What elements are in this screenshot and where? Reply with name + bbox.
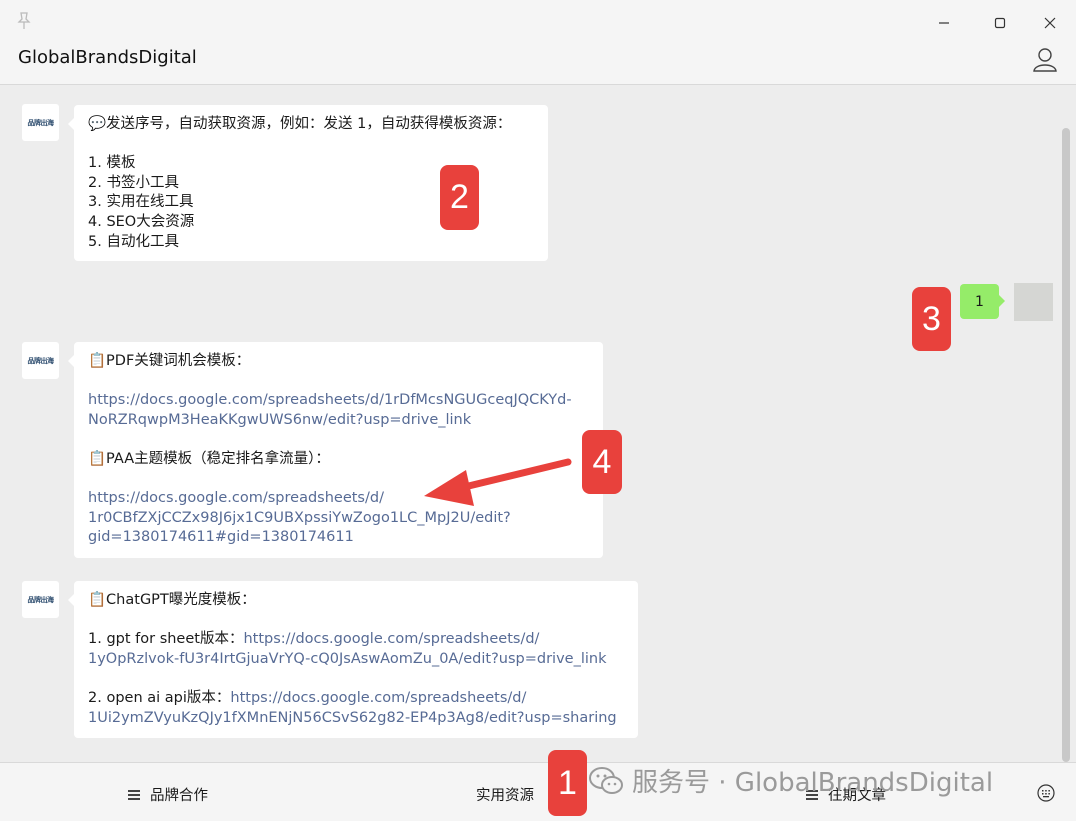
annotation-badge-2: 2 xyxy=(440,165,479,230)
keyboard-icon[interactable] xyxy=(1037,784,1055,802)
annotation-badge-1: 1 xyxy=(548,750,587,816)
watermark: 服务号 · GlobalBrandsDigital xyxy=(588,762,993,799)
pin-icon[interactable] xyxy=(14,11,34,31)
message-line xyxy=(88,135,534,155)
message-text: 2. 书签小工具 xyxy=(88,174,179,191)
message-line: 2. open ai api版本：https://docs.google.com… xyxy=(88,689,624,709)
message-line: gid=1380174611#gid=1380174611 xyxy=(88,528,589,548)
minimize-button[interactable] xyxy=(931,10,957,36)
message-link[interactable]: https://docs.google.com/spreadsheets/d/ xyxy=(88,490,384,506)
message-line: 1. gpt for sheet版本：https://docs.google.c… xyxy=(88,630,624,650)
my-avatar[interactable] xyxy=(1014,283,1053,321)
maximize-button[interactable] xyxy=(987,10,1013,36)
my-message-text: 1 xyxy=(975,293,984,310)
message-text: 5. 自动化工具 xyxy=(88,233,179,250)
message-line: NoRZRqwpM3HeaKKgwUWS6nw/edit?usp=drive_l… xyxy=(88,411,589,431)
message-link[interactable]: https://docs.google.com/spreadsheets/d/1… xyxy=(88,392,572,408)
message-link[interactable]: https://docs.google.com/spreadsheets/d/ xyxy=(243,631,539,647)
message-line: 1yOpRzlvok-fU3r4IrtGjuaVrYQ-cQ0JsAswAomZ… xyxy=(88,650,624,670)
annotation-badge-3: 3 xyxy=(912,287,951,351)
message-line: 5. 自动化工具 xyxy=(88,233,534,253)
message-text: 3. 实用在线工具 xyxy=(88,194,194,211)
wechat-logo-icon xyxy=(589,766,623,794)
chat-title: GlobalBrandsDigital xyxy=(18,47,197,68)
message-text: 1. gpt for sheet版本： xyxy=(88,631,244,648)
arrow-annotation-icon xyxy=(424,458,572,506)
bot-avatar[interactable]: 品牌出海 xyxy=(22,581,59,618)
message-line: 📋ChatGPT曝光度模板： xyxy=(88,591,624,611)
message-line xyxy=(88,372,589,392)
message-text: 📋PDF关键词机会模板： xyxy=(88,353,251,369)
message-text: 📋PAA主题模板（稳定排名拿流量）： xyxy=(88,450,330,467)
close-icon xyxy=(1044,17,1056,29)
message-line: 📋PDF关键词机会模板： xyxy=(88,352,589,372)
user-icon[interactable] xyxy=(1031,45,1059,73)
message-text: 💬发送序号，自动获取资源，例如：发送 1，自动获得模板资源： xyxy=(88,116,512,132)
my-message-bubble: 1 xyxy=(960,284,1005,319)
message-link[interactable]: 1yOpRzlvok-fU3r4IrtGjuaVrYQ-cQ0JsAswAomZ… xyxy=(88,651,606,667)
bot-avatar[interactable]: 品牌出海 xyxy=(22,104,59,141)
message-line xyxy=(88,669,624,689)
message-link[interactable]: NoRZRqwpM3HeaKKgwUWS6nw/edit?usp=drive_l… xyxy=(88,412,471,428)
message-line: https://docs.google.com/spreadsheets/d/1… xyxy=(88,391,589,411)
message-line xyxy=(88,611,624,631)
message-link[interactable]: https://docs.google.com/spreadsheets/d/ xyxy=(230,690,526,706)
title-bar: GlobalBrandsDigital xyxy=(0,0,1076,85)
message-bubble: 📋ChatGPT曝光度模板： 1. gpt for sheet版本：https:/… xyxy=(68,581,638,738)
minimize-icon xyxy=(939,22,949,24)
menu-item-brand-cooperation[interactable]: 品牌合作 xyxy=(128,784,208,805)
message-text: 1. 模板 xyxy=(88,155,136,172)
message-text: 4. SEO大会资源 xyxy=(88,213,195,230)
maximize-icon xyxy=(994,17,1006,29)
message-line: 💬发送序号，自动获取资源，例如：发送 1，自动获得模板资源： xyxy=(88,115,534,135)
menu-item-resources[interactable]: 实用资源 xyxy=(476,784,534,805)
message-link[interactable]: gid=1380174611#gid=1380174611 xyxy=(88,529,354,545)
chat-scrollbar[interactable] xyxy=(1062,128,1070,762)
message-text: 2. open ai api版本： xyxy=(88,689,231,706)
message-line: 1Ui2ymZVyuKzQJy1fXMnENjN56CSvS62g82-EP4p… xyxy=(88,709,624,729)
close-button[interactable] xyxy=(1037,10,1063,36)
menu-icon xyxy=(128,789,140,800)
bot-avatar[interactable]: 品牌出海 xyxy=(22,342,59,379)
message-text: 📋ChatGPT曝光度模板： xyxy=(88,592,256,608)
message-link[interactable]: 1Ui2ymZVyuKzQJy1fXMnENjN56CSvS62g82-EP4p… xyxy=(88,710,617,726)
